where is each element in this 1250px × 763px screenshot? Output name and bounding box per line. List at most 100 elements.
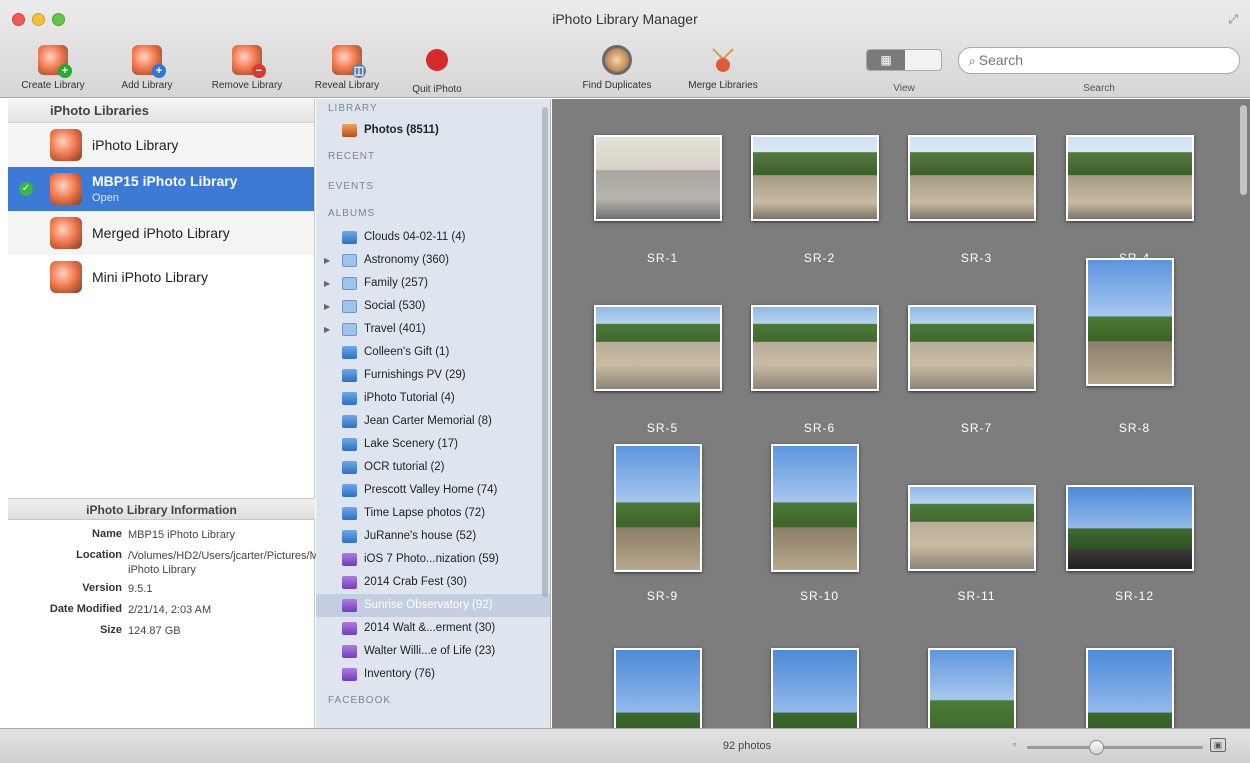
photos-label: Photos (8511) bbox=[364, 124, 439, 136]
library-row[interactable]: iPhoto Library bbox=[8, 123, 314, 167]
photo-cell[interactable]: SR-4 bbox=[1056, 99, 1213, 269]
album-item[interactable]: Lake Scenery (17) bbox=[316, 433, 550, 456]
library-row[interactable]: Merged iPhoto Library bbox=[8, 211, 314, 255]
info-value: 9.5.1 bbox=[128, 583, 153, 595]
album-item[interactable]: Furnishings PV (29) bbox=[316, 364, 550, 387]
info-row-location: Location /Volumes/HD2/Users/jcarter/Pict… bbox=[8, 549, 345, 577]
photo-thumbnail[interactable] bbox=[1066, 135, 1194, 221]
photo-cell[interactable]: SR-8 bbox=[1056, 258, 1213, 439]
photo-thumbnail[interactable] bbox=[751, 305, 879, 391]
photo-cell[interactable]: SR-3 bbox=[898, 99, 1055, 269]
events-section-header[interactable]: EVENTS bbox=[316, 172, 550, 202]
album-item[interactable]: Clouds 04-02-11 (4) bbox=[316, 226, 550, 249]
photo-cell[interactable]: SR-6 bbox=[741, 269, 898, 439]
album-label: iPhoto Tutorial (4) bbox=[364, 392, 455, 404]
photo-thumbnail[interactable] bbox=[1086, 648, 1174, 728]
photo-thumbnail[interactable] bbox=[908, 485, 1036, 571]
grid-view-icon[interactable]: ▦ bbox=[867, 50, 905, 70]
photo-cell[interactable]: SR-1 bbox=[584, 99, 741, 269]
photo-cell[interactable]: SR-10 bbox=[741, 439, 898, 609]
remove-library-button[interactable]: − Remove Library bbox=[202, 45, 292, 91]
facebook-section-header[interactable]: FACEBOOK bbox=[316, 686, 550, 716]
album-list: Clouds 04-02-11 (4) ▶ Astronomy (360) ▶ Fami… bbox=[316, 226, 550, 686]
photo-thumbnail[interactable] bbox=[928, 648, 1016, 728]
album-item[interactable]: OCR tutorial (2) bbox=[316, 456, 550, 479]
photo-thumbnail[interactable] bbox=[594, 305, 722, 391]
photo-cell[interactable] bbox=[741, 609, 898, 728]
photo-cell[interactable] bbox=[584, 609, 741, 728]
album-item[interactable]: iOS 7 Photo...nization (59) bbox=[316, 548, 550, 571]
folder-icon bbox=[342, 323, 357, 336]
create-library-button[interactable]: + Create Library bbox=[16, 45, 90, 91]
library-row[interactable]: Mini iPhoto Library bbox=[8, 255, 314, 299]
search-field[interactable]: ⌕ bbox=[958, 47, 1240, 74]
disclosure-triangle-icon[interactable]: ▶ bbox=[324, 318, 330, 341]
photo-thumbnail[interactable] bbox=[1086, 258, 1174, 386]
album-item[interactable]: Walter Willi...e of Life (23) bbox=[316, 640, 550, 663]
source-list-scrollbar[interactable] bbox=[542, 107, 548, 597]
photo-cell[interactable]: SR-12 bbox=[1056, 439, 1213, 609]
find-duplicates-button[interactable]: Find Duplicates bbox=[568, 45, 666, 91]
album-item[interactable]: ▶ Social (530) bbox=[316, 295, 550, 318]
merge-libraries-button[interactable]: Merge Libraries bbox=[674, 45, 772, 91]
add-library-label: Add Library bbox=[121, 80, 173, 91]
disclosure-triangle-icon[interactable]: ▶ bbox=[324, 272, 330, 295]
album-item[interactable]: Prescott Valley Home (74) bbox=[316, 479, 550, 502]
zoom-in-icon[interactable]: ▣ bbox=[1210, 738, 1226, 752]
album-item[interactable]: Colleen's Gift (1) bbox=[316, 341, 550, 364]
album-item[interactable]: ▶ Travel (401) bbox=[316, 318, 550, 341]
album-item[interactable]: Time Lapse photos (72) bbox=[316, 502, 550, 525]
photo-caption: SR-5 bbox=[646, 421, 679, 435]
album-item[interactable]: iPhoto Tutorial (4) bbox=[316, 387, 550, 410]
album-icon bbox=[342, 530, 357, 543]
reveal-library-button[interactable]: ◫ Reveal Library bbox=[306, 45, 388, 91]
album-label: Travel (401) bbox=[364, 323, 426, 335]
album-item[interactable]: Jean Carter Memorial (8) bbox=[316, 410, 550, 433]
photo-cell[interactable]: SR-9 bbox=[584, 439, 741, 609]
add-library-icon: + bbox=[132, 45, 166, 78]
quit-iphoto-label: Quit iPhoto bbox=[412, 84, 462, 95]
album-item[interactable]: ▶ Astronomy (360) bbox=[316, 249, 550, 272]
album-item[interactable]: Sunrise Observatory (92) bbox=[316, 594, 550, 617]
recent-section-header[interactable]: RECENT bbox=[316, 142, 550, 172]
photo-thumbnail[interactable] bbox=[908, 305, 1036, 391]
search-input[interactable] bbox=[978, 52, 1199, 68]
photo-grid-scrollbar[interactable] bbox=[1240, 105, 1247, 195]
zoom-out-icon[interactable]: ▫ bbox=[1013, 739, 1016, 749]
album-label: 2014 Crab Fest (30) bbox=[364, 576, 467, 588]
photo-thumbnail[interactable] bbox=[594, 135, 722, 221]
photo-cell[interactable] bbox=[898, 609, 1055, 728]
album-item[interactable]: 2014 Crab Fest (30) bbox=[316, 571, 550, 594]
album-item[interactable]: JuRanne's house (52) bbox=[316, 525, 550, 548]
disclosure-triangle-icon[interactable]: ▶ bbox=[324, 249, 330, 272]
album-item[interactable]: Inventory (76) bbox=[316, 663, 550, 686]
disclosure-triangle-icon[interactable]: ▶ bbox=[324, 295, 330, 318]
album-item[interactable]: 2014 Walt &...erment (30) bbox=[316, 617, 550, 640]
photo-cell[interactable]: SR-2 bbox=[741, 99, 898, 269]
album-item[interactable]: ▶ Family (257) bbox=[316, 272, 550, 295]
list-view-icon[interactable]: ≡ bbox=[867, 70, 905, 71]
add-library-button[interactable]: + Add Library bbox=[110, 45, 184, 91]
photos-item[interactable]: Photos (8511) bbox=[316, 119, 550, 142]
photo-cell[interactable] bbox=[1056, 609, 1213, 728]
photo-thumbnail[interactable] bbox=[908, 135, 1036, 221]
photo-thumbnail[interactable] bbox=[771, 444, 859, 572]
zoom-slider[interactable] bbox=[1027, 740, 1203, 755]
photo-thumbnail[interactable] bbox=[614, 444, 702, 572]
view-mode-control: ▦ ≡ bbox=[866, 49, 942, 71]
zoom-slider-knob[interactable] bbox=[1089, 740, 1104, 755]
fullscreen-icon[interactable]: ⤢ bbox=[1228, 12, 1238, 27]
album-label: Lake Scenery (17) bbox=[364, 438, 458, 450]
photo-cell[interactable]: SR-5 bbox=[584, 269, 741, 439]
photo-thumbnail[interactable] bbox=[751, 135, 879, 221]
photo-cell[interactable]: SR-7 bbox=[898, 269, 1055, 439]
library-row-selected[interactable]: ✓ MBP15 iPhoto Library Open bbox=[8, 167, 314, 211]
quit-iphoto-button[interactable]: Quit iPhoto bbox=[400, 45, 474, 95]
search-label: Search bbox=[1083, 83, 1115, 94]
photo-thumbnail[interactable] bbox=[1066, 485, 1194, 571]
photo-thumbnail[interactable] bbox=[771, 648, 859, 728]
view-label: View bbox=[893, 83, 915, 94]
photo-caption: SR-10 bbox=[799, 589, 839, 603]
photo-cell[interactable]: SR-11 bbox=[898, 439, 1055, 609]
photo-thumbnail[interactable] bbox=[614, 648, 702, 728]
